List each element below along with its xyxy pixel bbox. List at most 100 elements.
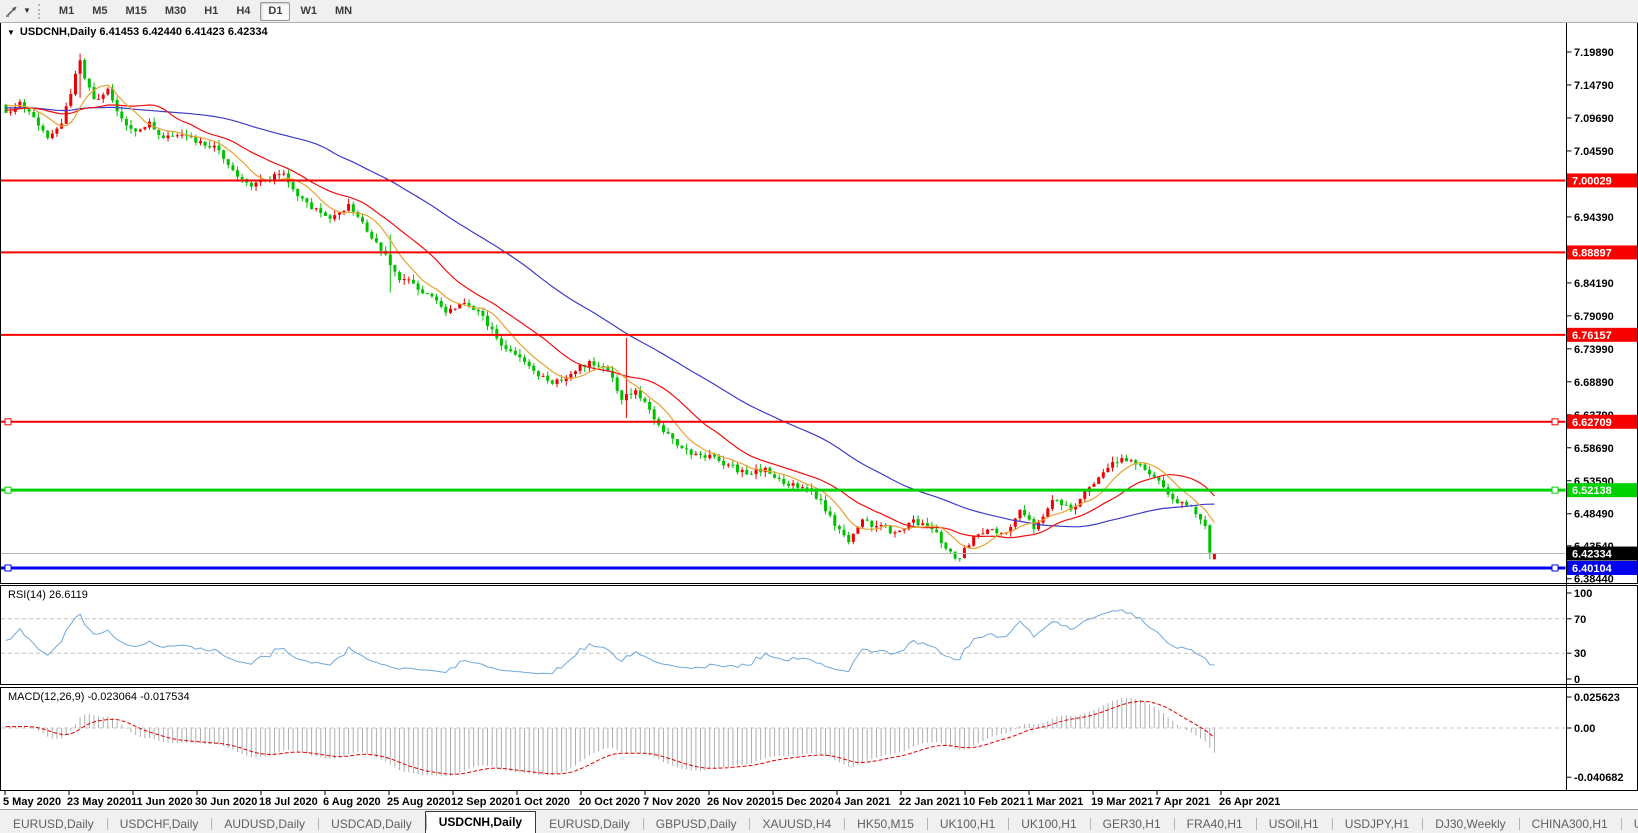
candle-body: [430, 293, 434, 297]
candle-body: [138, 129, 142, 132]
candle-body: [523, 357, 527, 362]
symbol-tab-usdjpy-h1[interactable]: USDJPY,H1: [1331, 815, 1422, 833]
date-tick-label: 11 Jun 2020: [131, 796, 193, 808]
timeframe-button-m15[interactable]: M15: [117, 2, 154, 21]
candle-body: [361, 217, 364, 222]
timeframe-button-d1[interactable]: D1: [260, 1, 291, 21]
timeframe-button-h1[interactable]: H1: [196, 2, 226, 21]
date-tick-label: 20 Oct 2020: [579, 796, 640, 808]
candle-body: [888, 525, 892, 534]
macd-pane[interactable]: [0, 687, 1638, 791]
candle-body: [629, 393, 633, 395]
candle-body: [675, 439, 679, 446]
level-handle[interactable]: [4, 486, 12, 494]
symbol-tab-usdcnh-daily[interactable]: USDCNH,Daily: [424, 811, 537, 833]
candle-body: [134, 128, 138, 132]
chart-cursor-icon[interactable]: [3, 3, 21, 19]
candle-body: [814, 490, 818, 499]
candle-body: [842, 529, 846, 536]
candle-body: [87, 78, 91, 88]
candle-body: [435, 296, 439, 301]
timeframe-button-m1[interactable]: M1: [51, 2, 82, 21]
candle-body: [1185, 501, 1189, 506]
level-handle[interactable]: [1551, 564, 1559, 572]
candle-body: [990, 529, 994, 531]
chart-collapse-icon[interactable]: ▼: [7, 28, 15, 37]
candle-body: [194, 137, 198, 143]
candle-body: [231, 165, 235, 170]
candle-body: [1125, 458, 1128, 462]
symbol-tab-uk100-h1[interactable]: UK100,H1: [926, 815, 1008, 833]
rsi-pane[interactable]: [0, 585, 1638, 685]
candle-body: [476, 309, 480, 312]
price-tick-label: 7.19890: [1574, 47, 1614, 59]
candle-body: [953, 551, 957, 559]
symbol-tab-usdchf-daily[interactable]: USDCHF,Daily: [106, 815, 212, 833]
candle-body: [791, 483, 795, 486]
level-handle[interactable]: [1551, 418, 1559, 426]
date-tick-label: 7 Apr 2021: [1155, 796, 1210, 808]
level-price-label: 6.62709: [1572, 417, 1612, 429]
candle-body: [161, 135, 165, 138]
candle-body: [106, 88, 110, 95]
level-price-label: 6.88897: [1572, 247, 1612, 259]
candle-body: [546, 375, 550, 381]
timeframe-button-m5[interactable]: M5: [84, 2, 115, 21]
symbol-tab-ger30-h1[interactable]: GER30,H1: [1089, 815, 1174, 833]
symbol-tab-usdcad-daily[interactable]: USDCAD,Daily: [318, 815, 425, 833]
main-price-pane[interactable]: [0, 22, 1638, 584]
symbol-tab-china300-h1[interactable]: CHINA300,H1: [1518, 815, 1621, 833]
symbol-tab-gbpusd-daily[interactable]: GBPUSD,Daily: [642, 815, 750, 833]
candle-body: [615, 377, 619, 391]
candle-body: [1101, 472, 1105, 478]
candle-body: [411, 279, 415, 284]
candle-body: [652, 409, 656, 420]
candle-body: [143, 126, 147, 130]
level-handle[interactable]: [1551, 486, 1559, 494]
candle-body: [777, 477, 781, 479]
candle-body: [560, 379, 564, 381]
symbol-tab-eurusd-daily[interactable]: EURUSD,Daily: [0, 815, 107, 833]
symbol-tab-usoil-h1[interactable]: USOil,H1: [1255, 815, 1332, 833]
candle-body: [421, 289, 425, 294]
timeframe-button-w1[interactable]: W1: [292, 2, 325, 21]
symbol-tab-bar: EURUSD,Daily USDCHF,Daily AUDUSD,Daily USDC…: [0, 809, 1638, 833]
candle-body: [592, 361, 596, 366]
symbol-tab-eurusd-daily[interactable]: EURUSD,Daily: [536, 815, 643, 833]
timeframe-button-m30[interactable]: M30: [157, 2, 194, 21]
chart-canvas[interactable]: 7.19890 7.14790 7.09690 7.04590 6.94390 6.841…: [0, 0, 1638, 833]
timeframe-button-mn[interactable]: MN: [327, 2, 360, 21]
candle-body: [550, 380, 554, 384]
candle-body: [870, 520, 874, 527]
level-handle[interactable]: [4, 418, 12, 426]
candle-body: [166, 135, 170, 139]
candle-body: [731, 464, 735, 466]
candle-body: [861, 519, 864, 527]
candle-body: [314, 208, 318, 210]
candle-body: [212, 145, 216, 148]
timeframe-buttons: M1 M5 M15 M30 H1 H4 D1 W1 MN: [50, 1, 361, 21]
symbol-tab-dj30-weekly[interactable]: DJ30,Weekly: [1422, 815, 1518, 833]
timeframe-button-h4[interactable]: H4: [228, 2, 258, 21]
symbol-tab-uk100-h1[interactable]: UK100,H1: [1008, 815, 1089, 833]
candle-body: [402, 279, 406, 280]
date-tick-label: 1 Oct 2020: [515, 796, 570, 808]
candle-body: [1129, 460, 1133, 462]
candle-body: [249, 182, 253, 187]
price-tick-label: 7.14790: [1574, 80, 1614, 92]
date-tick-label: 23 May 2020: [67, 796, 131, 808]
candle-body: [935, 529, 939, 533]
symbol-tab-audusd-daily[interactable]: AUDUSD,Daily: [211, 815, 318, 833]
candle-body: [32, 112, 36, 118]
candle-body: [27, 108, 31, 112]
price-tick-label: 6.38440: [1574, 574, 1614, 586]
candle-body: [1208, 525, 1212, 553]
symbol-tab-usc[interactable]: USC: [1620, 815, 1638, 833]
candle-body: [541, 375, 545, 377]
symbol-tab-xauusd-h4[interactable]: XAUUSD,H4: [749, 815, 844, 833]
level-handle[interactable]: [4, 564, 12, 572]
symbol-tab-fra40-h1[interactable]: FRA40,H1: [1173, 815, 1256, 833]
symbol-tab-hk50-m15[interactable]: HK50,M15: [844, 815, 927, 833]
candle-body: [893, 532, 897, 534]
tool-dropdown-caret-icon[interactable]: ▼: [23, 3, 31, 19]
